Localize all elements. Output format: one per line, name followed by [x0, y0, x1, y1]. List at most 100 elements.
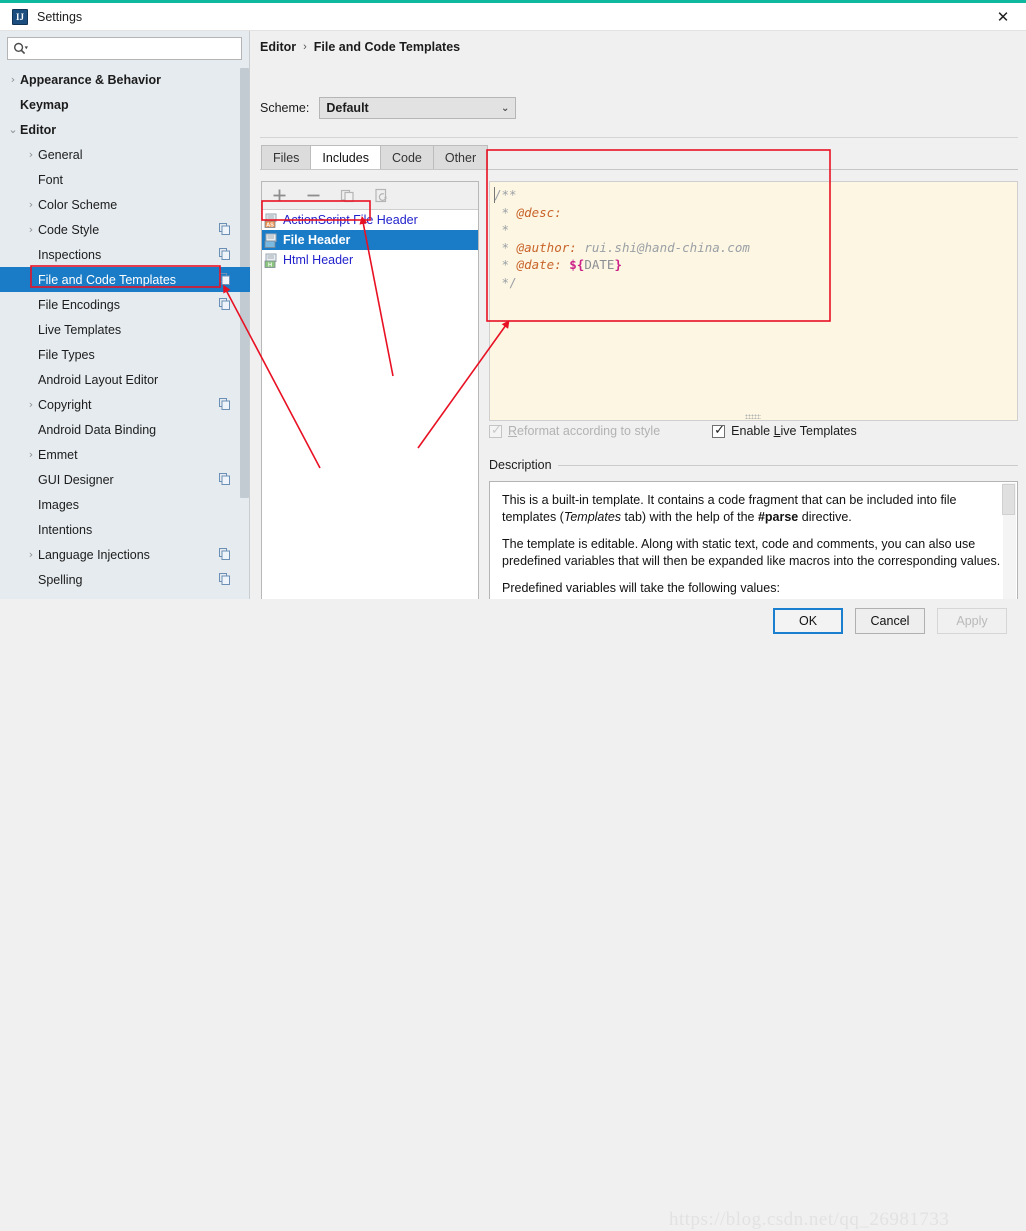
code-token-cmt: *	[494, 204, 517, 220]
code-token-val: rui.shi@hand-china.com	[576, 239, 750, 255]
sidebar-item-label: Code Style	[38, 222, 100, 237]
sidebar-item-label: Language Injections	[38, 547, 150, 562]
code-token-cmt: */	[494, 274, 517, 290]
template-list[interactable]: AS ActionScript File Header File Header H Ht…	[262, 210, 478, 270]
close-icon[interactable]: ✕	[980, 3, 1026, 30]
tab-other[interactable]: Other	[432, 145, 489, 169]
sidebar-item-label: Spelling	[38, 572, 83, 587]
sidebar-item-language-injections[interactable]: › Language Injections	[0, 542, 250, 567]
settings-content-pane: Editor › File and Code Templates Scheme:…	[251, 31, 1026, 637]
sidebar-item-code-style[interactable]: › Code Style	[0, 217, 250, 242]
scheme-select[interactable]: Default ⌄	[319, 97, 517, 119]
template-code-editor[interactable]: /** * @desc: * * @author: rui.shi@hand-c…	[489, 181, 1018, 421]
sidebar-item-inspections[interactable]: Inspections	[0, 242, 250, 267]
breadcrumb-separator-icon: ›	[303, 41, 307, 53]
checkbox-enable-live-templates[interactable]: ✓ Enable Live Templates	[712, 423, 857, 438]
sidebar-item-color-scheme[interactable]: › Color Scheme	[0, 192, 250, 217]
description-paragraph-2: The template is editable. Along with sta…	[502, 537, 1001, 568]
project-scope-icon	[219, 473, 230, 485]
editor-splitter-handle[interactable]	[745, 414, 761, 419]
chevron-down-icon: ⌄	[500, 102, 510, 114]
copy-icon[interactable]	[339, 187, 356, 204]
sidebar-item-file-types[interactable]: File Types	[0, 342, 250, 367]
settings-dialog: IJ Settings ✕ › Appearance & Behavior Ke…	[0, 0, 1026, 1230]
description-label: Description	[489, 458, 558, 472]
search-box[interactable]	[7, 37, 242, 60]
desc-p1-suffix: directive.	[798, 509, 852, 524]
code-token-cmt: *	[494, 257, 517, 272]
sidebar-item-intentions[interactable]: Intentions	[0, 517, 250, 542]
chevron-right-icon[interactable]: ›	[24, 223, 38, 236]
scheme-row: Scheme: Default ⌄	[260, 97, 517, 119]
checkbox-label: Enable Live Templates	[731, 424, 857, 438]
project-scope-icon	[219, 248, 230, 260]
sidebar-item-android-layout-editor[interactable]: Android Layout Editor	[0, 367, 250, 392]
checkbox-label: Reformat according to style	[508, 424, 661, 438]
chevron-right-icon[interactable]: ›	[24, 548, 38, 561]
sidebar-item-editor[interactable]: ⌄ Editor	[0, 117, 250, 142]
apply-button[interactable]: Apply	[937, 608, 1007, 634]
sidebar-item-images[interactable]: Images	[0, 492, 250, 517]
sidebar-item-label: File Encodings	[38, 297, 120, 312]
template-category-tabs[interactable]: Files Includes Code Other	[261, 145, 489, 169]
watermark-text: https://blog.csdn.net/qq_26981733	[669, 1209, 950, 1230]
code-token-var: ${	[569, 257, 585, 272]
code-token-cmt: *	[494, 239, 517, 255]
sidebar-item-emmet[interactable]: › Emmet	[0, 442, 250, 467]
content-divider	[260, 137, 1018, 138]
sidebar-item-live-templates[interactable]: Live Templates	[0, 317, 250, 342]
editor-caret	[494, 187, 495, 203]
tab-files[interactable]: Files	[261, 145, 312, 169]
cancel-button[interactable]: Cancel	[855, 608, 925, 634]
settings-tree[interactable]: › Appearance & Behavior Keymap ⌄ Editor › Gene…	[0, 67, 250, 599]
add-icon[interactable]	[271, 187, 288, 204]
editor-line: *	[494, 221, 1017, 239]
sidebar-item-label: Intentions	[38, 522, 93, 537]
editor-line: * @desc:	[494, 204, 1017, 222]
sidebar-item-spelling[interactable]: Spelling	[0, 567, 250, 592]
sidebar-item-label: Android Data Binding	[38, 422, 157, 437]
svg-text:H: H	[268, 262, 272, 268]
project-scope-icon	[219, 398, 230, 410]
chevron-right-icon[interactable]: ›	[24, 398, 38, 411]
sidebar-item-file-encodings[interactable]: File Encodings	[0, 292, 250, 317]
sidebar-item-gui-designer[interactable]: GUI Designer	[0, 467, 250, 492]
reset-icon[interactable]	[373, 187, 390, 204]
chevron-down-icon[interactable]: ⌄	[6, 123, 20, 136]
sidebar-item-label: File Types	[38, 347, 95, 362]
template-list-item[interactable]: AS ActionScript File Header	[262, 210, 478, 230]
sidebar-item-android-data-binding[interactable]: Android Data Binding	[0, 417, 250, 442]
template-list-toolbar	[262, 182, 478, 210]
checkbox-box: ✓	[712, 423, 726, 438]
sidebar-item-appearance-behavior[interactable]: › Appearance & Behavior	[0, 67, 250, 92]
tab-includes[interactable]: Includes	[310, 145, 381, 169]
scheme-value: Default	[326, 101, 369, 115]
breadcrumb-current: File and Code Templates	[313, 40, 461, 54]
sidebar-item-font[interactable]: Font	[0, 167, 250, 192]
sidebar-item-label: Live Templates	[38, 322, 122, 337]
intellij-idea-icon: IJ	[12, 8, 28, 25]
sidebar-item-general[interactable]: › General	[0, 142, 250, 167]
template-list-item[interactable]: File Header	[262, 230, 478, 250]
sidebar-item-keymap[interactable]: Keymap	[0, 92, 250, 117]
search-container	[0, 31, 249, 60]
chevron-right-icon[interactable]: ›	[24, 198, 38, 211]
ok-button[interactable]: OK	[773, 608, 843, 634]
search-input[interactable]	[29, 39, 241, 58]
dialog-footer: https://blog.csdn.net/qq_26981733 OK Can…	[0, 599, 1026, 1230]
sidebar-item-copyright[interactable]: › Copyright	[0, 392, 250, 417]
template-list-item[interactable]: H Html Header	[262, 250, 478, 270]
breadcrumb-parent[interactable]: Editor	[260, 40, 296, 54]
chevron-right-icon[interactable]: ›	[6, 73, 20, 86]
html-file-icon: H	[264, 253, 277, 268]
chevron-right-icon[interactable]: ›	[24, 148, 38, 161]
chevron-right-icon[interactable]: ›	[24, 448, 38, 461]
sidebar-item-label: GUI Designer	[38, 472, 114, 487]
remove-icon[interactable]	[305, 187, 322, 204]
tab-code[interactable]: Code	[379, 145, 434, 169]
description-scrollbar-thumb[interactable]	[1002, 484, 1015, 515]
checkbox-box: ✓	[489, 423, 502, 438]
sidebar-item-todo[interactable]: TODO	[0, 592, 250, 600]
sidebar-item-file-and-code-templates[interactable]: File and Code Templates	[0, 267, 250, 292]
sidebar-item-label: Images	[38, 497, 79, 512]
